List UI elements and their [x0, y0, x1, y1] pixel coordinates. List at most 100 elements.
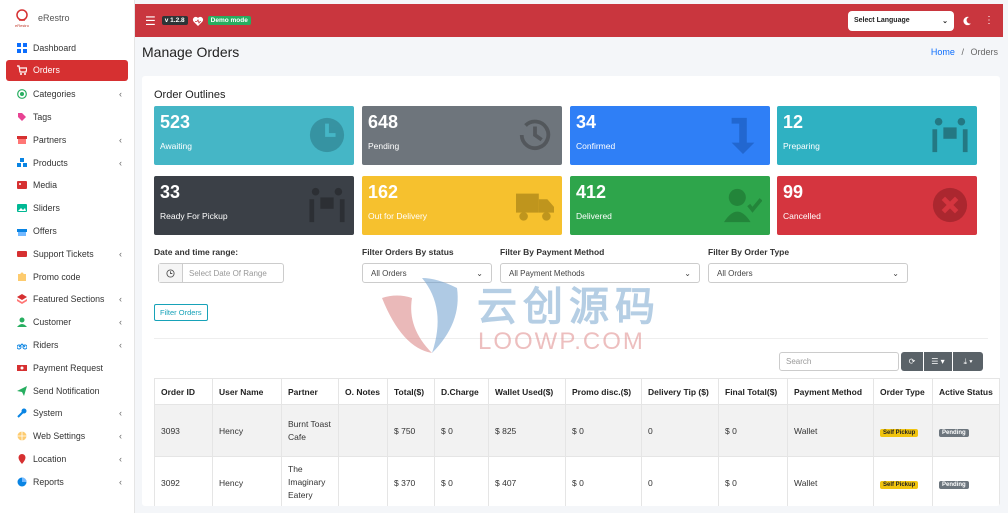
sidebar-item-web-settings[interactable]: Web Settings ‹	[0, 425, 134, 448]
tile-label: Confirmed	[576, 141, 616, 151]
cell-total: $ 370	[387, 456, 435, 506]
column-header[interactable]: Order Type	[873, 378, 933, 405]
sidebar-item-support-tickets[interactable]: Support Tickets ‹	[0, 242, 134, 265]
refresh-button[interactable]: ⟳	[901, 352, 923, 371]
export-button[interactable]: ⤓ ▾	[953, 352, 983, 371]
cell-final: $ 0	[718, 456, 788, 506]
more-options-icon[interactable]: ⋮	[984, 15, 994, 26]
chevron-left-icon: ‹	[119, 408, 122, 419]
demo-mode-badge: Demo mode	[207, 16, 251, 25]
sidebar-item-label: Location	[33, 453, 67, 464]
sidebar-item-offers[interactable]: Offers	[0, 220, 134, 243]
column-header[interactable]: Wallet Used($)	[488, 378, 566, 405]
sidebar-item-customer[interactable]: Customer ‹	[0, 311, 134, 334]
sidebar-item-featured-sections[interactable]: Featured Sections ‹	[0, 288, 134, 311]
cell-type: Self Pickup	[873, 404, 933, 457]
cell-dcharge: $ 0	[434, 404, 489, 457]
order-tile-delivered[interactable]: 412 Delivered	[570, 176, 770, 235]
topbar: ☰ v 1.2.8 Demo mode Select Language ⌄ ⋮	[135, 4, 1003, 37]
breadcrumb-current: Orders	[970, 47, 998, 57]
table-search-input[interactable]: Search	[779, 352, 899, 371]
sidebar-item-location[interactable]: Location ‹	[0, 448, 134, 471]
chevron-down-icon: ⌄	[942, 17, 948, 25]
payment-filter-value: All Payment Methods	[509, 268, 585, 278]
sidebar-item-media[interactable]: Media	[0, 174, 134, 197]
sidebar-item-label: Partners	[33, 134, 67, 145]
chevron-left-icon: ‹	[119, 339, 122, 350]
order-type-filter-select[interactable]: All Orders ⌄	[708, 263, 908, 283]
order-type-badge: Self Pickup	[880, 428, 919, 437]
sidebar-item-label: Promo code	[33, 271, 81, 282]
cell-tip: 0	[641, 404, 719, 457]
sidebar-item-riders[interactable]: Riders ‹	[0, 334, 134, 357]
order-tile-awaiting[interactable]: 523 Awaiting	[154, 106, 354, 165]
paper-plane-icon	[16, 385, 28, 397]
menu-toggle-icon[interactable]: ☰	[145, 14, 156, 28]
sidebar-item-label: Riders	[33, 339, 59, 350]
order-tile-confirmed[interactable]: 34 Confirmed	[570, 106, 770, 165]
brand[interactable]: eRestro eRestro	[0, 0, 134, 36]
order-tile-ready-for-pickup[interactable]: 33 Ready For Pickup	[154, 176, 354, 235]
language-select[interactable]: Select Language ⌄	[848, 10, 954, 31]
chevron-down-icon: ⌄	[476, 268, 483, 278]
column-header[interactable]: Active Status	[932, 378, 1000, 405]
sidebar-item-system[interactable]: System ‹	[0, 402, 134, 425]
cell-final: $ 0	[718, 404, 788, 457]
sidebar-item-label: Dashboard	[33, 43, 77, 54]
tile-label: Preparing	[783, 141, 820, 151]
date-range-input[interactable]: Select Date Of Range	[158, 263, 284, 283]
column-header[interactable]: O. Notes	[338, 378, 388, 405]
ticket-icon	[16, 248, 28, 260]
cell-promo: $ 0	[565, 456, 642, 506]
breadcrumb-separator: /	[961, 47, 964, 57]
order-tile-pending[interactable]: 648 Pending	[362, 106, 562, 165]
sidebar-item-label: Tags	[33, 111, 52, 122]
sidebar-item-categories[interactable]: Categories ‹	[0, 83, 134, 106]
sidebar-item-tags[interactable]: Tags	[0, 106, 134, 129]
sidebar-item-orders[interactable]: Orders	[6, 59, 128, 81]
sidebar-item-label: System	[33, 408, 63, 419]
cell-partner: Burnt Toast Cafe	[281, 404, 339, 457]
tile-label: Ready For Pickup	[160, 211, 228, 221]
table-row[interactable]: 3092 Hency The Imaginary Eatery $ 370 $ 0 $ 4…	[154, 456, 1000, 506]
sidebar-item-partners[interactable]: Partners ‹	[0, 128, 134, 151]
payment-filter-select[interactable]: All Payment Methods ⌄	[500, 263, 700, 283]
column-header[interactable]: Payment Method	[787, 378, 874, 405]
breadcrumb-home-link[interactable]: Home	[931, 47, 955, 57]
column-header[interactable]: Promo disc.($)	[565, 378, 642, 405]
moon-icon[interactable]	[962, 16, 972, 26]
column-header[interactable]: Delivery Tip ($)	[641, 378, 719, 405]
store-icon	[16, 134, 28, 146]
filter-orders-button[interactable]: Filter Orders	[154, 304, 208, 321]
status-filter-select[interactable]: All Orders ⌄	[362, 263, 492, 283]
tile-count: 99	[783, 182, 804, 202]
sidebar-item-label: Orders	[33, 65, 60, 76]
column-header[interactable]: Final Total($)	[718, 378, 788, 405]
sidebar-item-promo-code[interactable]: Promo code	[0, 265, 134, 288]
sidebar-item-payment-request[interactable]: Payment Request	[0, 356, 134, 379]
column-header[interactable]: D.Charge	[434, 378, 489, 405]
order-tile-out-for-delivery[interactable]: 162 Out for Delivery	[362, 176, 562, 235]
sidebar-item-label: Products	[33, 157, 68, 168]
date-range-label: Date and time range:	[154, 247, 239, 257]
table-row[interactable]: 3093 Hency Burnt Toast Cafe $ 750 $ 0 $ 825 $ …	[154, 404, 1000, 457]
sidebar-item-dashboard[interactable]: Dashboard	[0, 37, 134, 60]
column-header[interactable]: Total($)	[387, 378, 435, 405]
grid-icon	[16, 42, 28, 54]
puzzle-icon	[16, 271, 28, 283]
cell-notes	[338, 456, 388, 506]
column-header[interactable]: Partner	[281, 378, 339, 405]
cell-status: Pending	[932, 404, 1000, 457]
language-select-value: Select Language	[854, 17, 910, 24]
sidebar-item-reports[interactable]: Reports ‹	[0, 470, 134, 493]
column-header[interactable]: User Name	[212, 378, 282, 405]
column-header[interactable]: Order ID	[154, 378, 213, 405]
truck-icon	[516, 186, 554, 224]
sidebar-item-sliders[interactable]: Sliders	[0, 197, 134, 220]
columns-button[interactable]: ☰ ▾	[924, 352, 952, 371]
order-tile-cancelled[interactable]: 99 Cancelled	[777, 176, 977, 235]
sidebar-item-products[interactable]: Products ‹	[0, 151, 134, 174]
sidebar-item-send-notification[interactable]: Send Notification	[0, 379, 134, 402]
cell-payment: Wallet	[787, 404, 874, 457]
order-tile-preparing[interactable]: 12 Preparing	[777, 106, 977, 165]
